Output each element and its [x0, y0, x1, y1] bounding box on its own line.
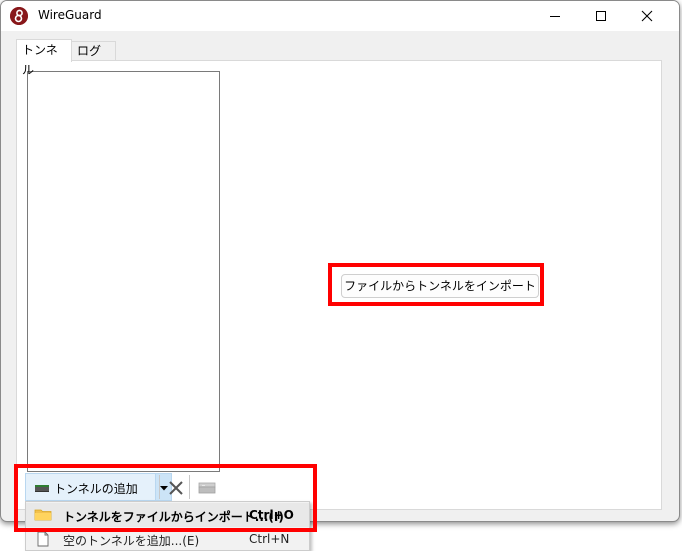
menu-item-import-from-file[interactable]: トンネルをファイルからインポート...(I) Ctrl+O — [26, 503, 309, 527]
delete-icon — [169, 481, 183, 495]
export-tunnels-button[interactable] — [195, 477, 219, 499]
minimize-icon — [550, 16, 560, 17]
menu-item-shortcut: Ctrl+N — [249, 532, 290, 546]
document-icon — [37, 531, 49, 547]
menu-item-add-empty-tunnel[interactable]: 空のトンネルを追加...(E) Ctrl+N — [26, 527, 309, 551]
close-button[interactable] — [624, 1, 670, 31]
toolbar-separator — [159, 475, 160, 499]
tab-log[interactable]: ログ — [72, 41, 116, 61]
wireguard-window: WireGuard トンネル ログ ファイルからトンネルをインポート トンネルの… — [0, 0, 680, 522]
window-title: WireGuard — [38, 8, 102, 22]
maximize-icon — [596, 11, 606, 21]
minimize-button[interactable] — [532, 1, 578, 31]
tunnel-list[interactable] — [27, 71, 220, 472]
add-tunnel-button[interactable]: トンネルの追加 — [25, 473, 156, 501]
add-tunnel-icon — [35, 485, 49, 492]
toolbar-separator — [189, 475, 190, 499]
close-icon — [641, 10, 653, 22]
tab-tunnels[interactable]: トンネル — [16, 39, 72, 77]
import-tunnels-button[interactable]: ファイルからトンネルをインポート — [341, 274, 539, 298]
wireguard-logo-icon — [10, 7, 28, 25]
menu-item-label: 空のトンネルを追加...(E) — [63, 534, 200, 548]
menu-item-shortcut: Ctrl+O — [249, 508, 294, 522]
title-bar[interactable]: WireGuard — [1, 1, 679, 31]
maximize-button[interactable] — [578, 1, 624, 31]
add-tunnel-label: トンネルの追加 — [54, 482, 138, 496]
screen: WireGuard トンネル ログ ファイルからトンネルをインポート トンネルの… — [0, 0, 682, 551]
tunnel-toolbar: トンネルの追加 — [25, 472, 225, 502]
folder-icon — [34, 509, 52, 521]
delete-tunnel-button[interactable] — [165, 477, 187, 499]
export-icon — [198, 482, 216, 494]
add-tunnel-menu: トンネルをファイルからインポート...(I) Ctrl+O 空のトンネルを追加.… — [25, 501, 310, 551]
tunnels-panel — [16, 60, 662, 510]
